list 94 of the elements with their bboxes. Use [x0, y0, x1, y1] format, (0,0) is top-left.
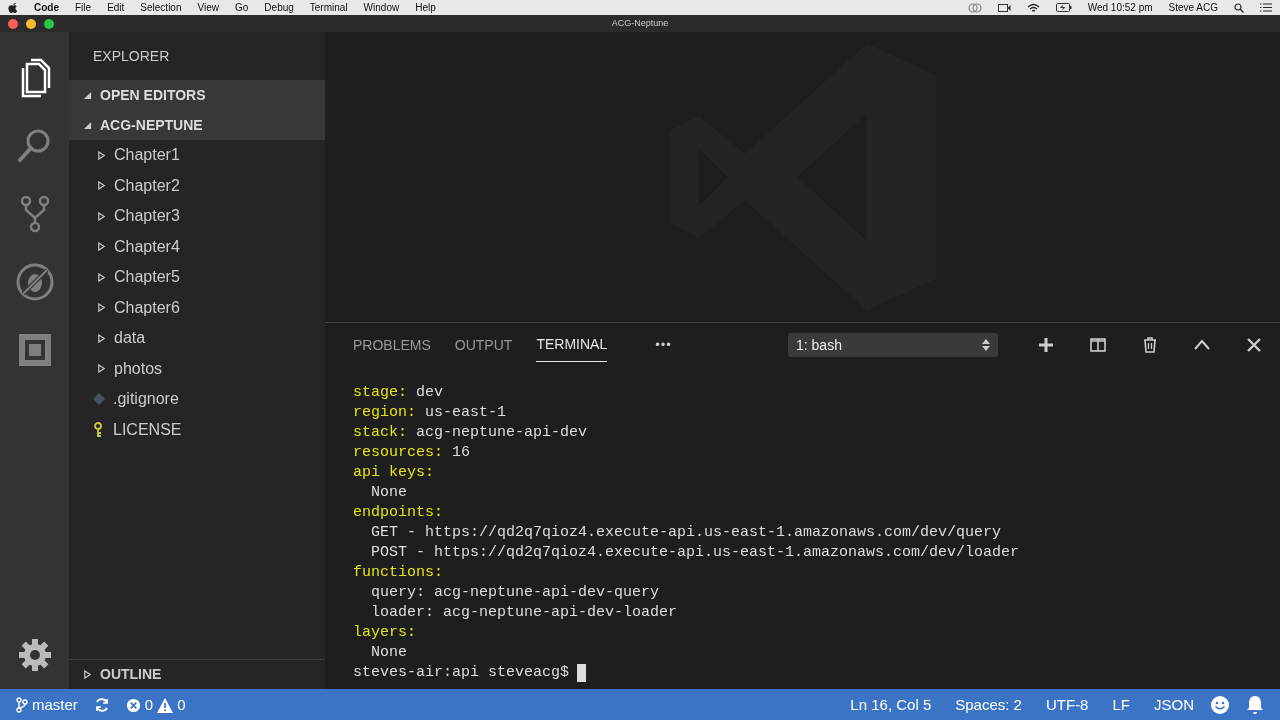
app-menu[interactable]: Code	[34, 0, 59, 15]
terminal-line: GET - https://qd2q7qioz4.execute-api.us-east-1.amazonaws.com/dev/query	[371, 524, 1002, 541]
panel-tab[interactable]: OUTPUT	[454, 328, 513, 362]
terminal-key: region:	[353, 404, 416, 421]
smiley-icon[interactable]	[1210, 695, 1230, 715]
window-title: ACG-Neptune	[611, 16, 669, 30]
collapsed-triangle-icon	[97, 303, 106, 313]
warning-icon	[157, 697, 174, 713]
file-tree-item[interactable]: Chapter5	[69, 262, 325, 293]
trash-icon[interactable]	[1142, 337, 1158, 353]
terminal-value: us-east-1	[425, 404, 507, 421]
terminal-key: layers:	[353, 624, 416, 641]
menu-item[interactable]: Edit	[107, 0, 125, 15]
collapsed-triangle-icon	[97, 333, 106, 343]
terminal-select[interactable]: 1: bash	[788, 333, 998, 357]
error-icon	[125, 697, 141, 713]
panel-tab[interactable]: TERMINAL	[536, 328, 608, 362]
menu-item[interactable]: Help	[415, 0, 436, 15]
terminal-key: api keys:	[353, 464, 434, 481]
terminal-line: POST - https://qd2q7qioz4.execute-api.us-east-1.amazonaws.com/dev/loader	[371, 544, 1020, 561]
indentation[interactable]: Spaces: 2	[955, 693, 1022, 717]
updown-caret-icon	[982, 339, 990, 351]
diamond-icon	[93, 393, 105, 406]
apple-logo-icon[interactable]	[8, 2, 18, 13]
file-tree-item[interactable]: .gitignore	[69, 384, 325, 415]
branch-icon	[16, 697, 28, 713]
menu-item[interactable]: File	[75, 0, 92, 15]
terminal-key: endpoints:	[353, 504, 443, 521]
encoding[interactable]: UTF-8	[1045, 693, 1089, 717]
expanded-triangle-icon	[83, 90, 92, 100]
cloud-sync-icon[interactable]	[967, 2, 982, 13]
list-icon[interactable]	[1260, 3, 1272, 12]
collapsed-triangle-icon	[83, 670, 92, 679]
close-window-button[interactable]	[8, 18, 18, 29]
panel-tab[interactable]: PROBLEMS	[353, 328, 431, 362]
cursor-position[interactable]: Ln 16, Col 5	[850, 693, 932, 717]
gear-icon[interactable]	[17, 638, 52, 672]
terminal-value: dev	[416, 384, 444, 401]
branch-item[interactable]: master	[16, 693, 78, 717]
file-tree-item[interactable]: Chapter1	[69, 140, 325, 171]
terminal-value: acg-neptune-api-dev	[416, 424, 588, 441]
wifi-icon[interactable]	[1026, 2, 1040, 13]
cursor-block	[577, 664, 587, 682]
expanded-triangle-icon	[83, 120, 92, 130]
menu-item[interactable]: View	[197, 0, 219, 15]
menu-item[interactable]: Window	[363, 0, 400, 15]
close-icon[interactable]	[1246, 337, 1262, 353]
split-icon[interactable]	[1090, 337, 1106, 353]
user-name[interactable]: Steve ACG	[1168, 0, 1218, 15]
maximize-window-button[interactable]	[44, 18, 54, 29]
language-mode[interactable]: JSON	[1154, 693, 1194, 717]
file-tree-item[interactable]: LICENSE	[69, 414, 325, 445]
collapsed-triangle-icon	[97, 242, 106, 252]
camera-icon[interactable]	[997, 2, 1011, 13]
terminal-key: resources:	[353, 444, 443, 461]
terminal-prompt: steves-air:api steveacg$	[353, 663, 570, 683]
keys-icon	[93, 421, 105, 438]
plus-icon[interactable]	[1038, 337, 1054, 353]
menu-item[interactable]: Debug	[264, 0, 294, 15]
bell-icon[interactable]	[1246, 695, 1264, 715]
battery-icon[interactable]	[1055, 3, 1072, 12]
file-tree-item[interactable]: data	[69, 323, 325, 354]
sync-icon[interactable]	[93, 697, 110, 713]
problems-item[interactable]: 0 0	[125, 693, 186, 717]
file-tree-item[interactable]: Chapter6	[69, 292, 325, 323]
file-tree-item[interactable]: Chapter4	[69, 231, 325, 262]
more-actions[interactable]: •••	[655, 335, 672, 355]
terminal-key: functions:	[353, 564, 443, 581]
file-tree-item[interactable]: Chapter3	[69, 201, 325, 232]
section-header[interactable]: OPEN EDITORS	[69, 80, 325, 110]
terminal-key: stack:	[353, 424, 407, 441]
minimize-window-button[interactable]	[26, 18, 36, 29]
line-ending[interactable]: LF	[1112, 693, 1130, 717]
terminal-value: 16	[452, 444, 471, 461]
no-bug-icon[interactable]	[14, 262, 55, 302]
search-icon[interactable]	[1234, 2, 1244, 13]
menu-item[interactable]: Selection	[140, 0, 182, 15]
collapsed-triangle-icon	[97, 150, 106, 160]
menu-item[interactable]: Terminal	[309, 0, 348, 15]
terminal-line: loader: acg-neptune-api-dev-loader	[371, 604, 678, 621]
terminal-key: stage:	[353, 384, 407, 401]
terminal-line: None	[371, 484, 407, 501]
file-tree-item[interactable]: photos	[69, 353, 325, 384]
section-header[interactable]: ACG-NEPTUNE	[69, 110, 325, 140]
collapsed-triangle-icon	[97, 181, 106, 191]
collapsed-triangle-icon	[97, 272, 106, 282]
terminal-line: None	[371, 644, 407, 661]
clock-text[interactable]: Wed 10:52 pm	[1087, 0, 1153, 15]
explorer-title: EXPLORER	[93, 46, 170, 66]
terminal-line: query: acg-neptune-api-dev-query	[371, 584, 660, 601]
collapsed-triangle-icon	[97, 364, 106, 374]
file-tree-item[interactable]: Chapter2	[69, 170, 325, 201]
collapsed-triangle-icon	[97, 211, 106, 221]
menu-item[interactable]: Go	[235, 0, 249, 15]
